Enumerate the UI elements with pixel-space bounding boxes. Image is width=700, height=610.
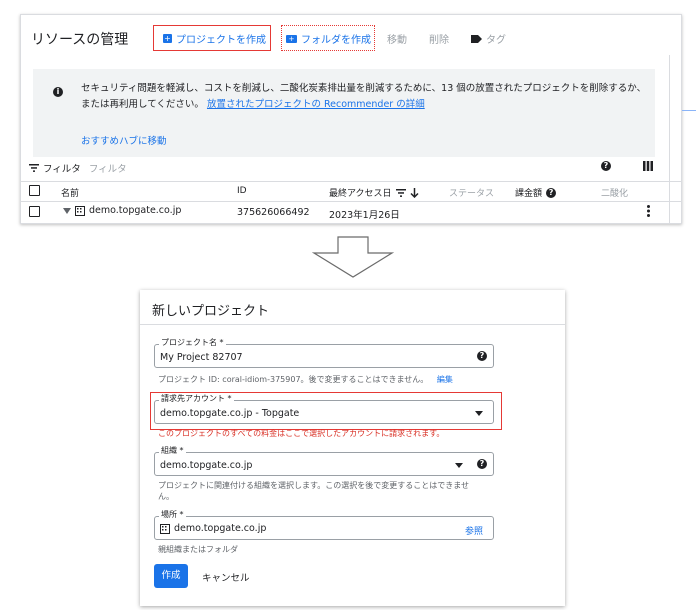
column-header-last-access[interactable]: 最終アクセス日 <box>329 186 419 199</box>
recommendation-banner: i セキュリティ問題を軽減し、コストを削減し、二酸化炭素排出量を削減するために、… <box>33 69 655 157</box>
folder-add-icon: + <box>286 34 297 43</box>
column-header-billing[interactable]: 課金額 ? <box>515 186 557 199</box>
create-button[interactable]: 作成 <box>154 564 188 588</box>
recommendation-hub-link[interactable]: おすすめハブに移動 <box>81 133 167 147</box>
tag-button[interactable]: タグ <box>471 31 506 46</box>
organization-hint: プロジェクトに関連付ける組織を選択します。この選択を後で変更することはできませ … <box>158 481 469 501</box>
tag-icon <box>471 34 482 43</box>
delete-button[interactable]: 削除 <box>429 31 449 46</box>
scrollbar-track[interactable] <box>669 55 670 223</box>
table-row-name[interactable]: demo.topgate.co.jp <box>63 205 181 216</box>
help-icon[interactable]: ? <box>601 161 611 171</box>
billing-account-value: demo.topgate.co.jp - Topgate <box>160 408 300 419</box>
organization-select[interactable]: 組織 * demo.topgate.co.jp ? <box>154 446 494 476</box>
billing-help-icon[interactable]: ? <box>546 187 557 198</box>
filter-icon <box>29 164 39 172</box>
resource-manager-panel: リソースの管理 + プロジェクトを作成 + フォルダを作成 移動 削除 タグ i… <box>20 14 682 224</box>
filter-input[interactable]: フィルタ <box>89 161 127 175</box>
project-name-label: プロジェクト名 * <box>159 338 226 348</box>
side-connector-line <box>682 110 696 111</box>
more-vert-icon[interactable] <box>647 205 650 217</box>
column-header-status[interactable]: ステータス <box>449 186 494 199</box>
banner-message-line2: または再利用してください。 放置されたプロジェクトの Recommender の… <box>81 99 425 110</box>
browse-link[interactable]: 参照 <box>465 524 483 537</box>
select-all-checkbox[interactable] <box>29 185 40 196</box>
location-field[interactable]: 場所 * demo.topgate.co.jp 参照 <box>154 510 494 540</box>
dialog-title: 新しいプロジェクト <box>152 304 270 319</box>
dropdown-arrow-icon[interactable] <box>455 463 463 468</box>
column-header-co2[interactable]: 二酸化 <box>601 186 628 199</box>
filter-bar[interactable]: フィルタ フィルタ <box>29 161 127 175</box>
organization-value: demo.topgate.co.jp <box>160 460 253 471</box>
organization-icon <box>75 205 85 216</box>
cancel-button[interactable]: キャンセル <box>202 570 250 584</box>
banner-message-line1: セキュリティ問題を軽減し、コストを削減し、二酸化炭素排出量を削減するために、13… <box>81 83 647 94</box>
new-project-dialog: 新しいプロジェクト プロジェクト名 * My Project 82707 ? プ… <box>140 290 565 606</box>
row-checkbox[interactable] <box>29 206 40 217</box>
dropdown-arrow-icon[interactable] <box>475 411 483 416</box>
column-display-icon[interactable] <box>643 161 653 171</box>
table-cell-last-access: 2023年1月26日 <box>329 210 400 221</box>
create-project-button[interactable]: + プロジェクトを作成 <box>163 31 266 46</box>
edit-project-id-link[interactable]: 編集 <box>437 375 453 384</box>
sort-icon <box>395 188 406 197</box>
organization-label: 組織 * <box>159 446 186 456</box>
expand-caret-icon[interactable] <box>63 207 71 214</box>
create-folder-button[interactable]: + フォルダを作成 <box>286 31 371 46</box>
filter-label: フィルタ <box>43 164 81 175</box>
billing-account-hint: このプロジェクトのすべての料金はここで選択したアカウントに請求されます。 <box>158 429 445 438</box>
move-button[interactable]: 移動 <box>387 31 407 46</box>
location-value: demo.topgate.co.jp <box>174 523 267 534</box>
project-name-input[interactable]: My Project 82707 <box>160 352 243 363</box>
billing-account-select[interactable]: 請求先アカウント * demo.topgate.co.jp - Topgate <box>154 394 494 424</box>
organization-icon <box>160 523 170 534</box>
project-name-help-icon[interactable]: ? <box>477 351 487 361</box>
location-label: 場所 * <box>159 510 186 520</box>
add-box-icon: + <box>163 34 172 43</box>
recommender-details-link[interactable]: 放置されたプロジェクトの Recommender の詳細 <box>207 99 425 110</box>
project-name-field[interactable]: プロジェクト名 * My Project 82707 ? <box>154 338 494 368</box>
billing-account-label: 請求先アカウント * <box>159 394 234 404</box>
down-arrow-icon <box>312 236 394 278</box>
page-title: リソースの管理 <box>31 32 129 48</box>
column-header-name[interactable]: 名前 <box>61 186 79 199</box>
info-icon: i <box>53 87 63 97</box>
project-id-hint: プロジェクト ID: coral-idiom-375907。後で変更することはで… <box>158 375 453 384</box>
organization-help-icon[interactable]: ? <box>477 459 487 469</box>
table-cell-id: 375626066492 <box>237 207 310 218</box>
location-hint: 親組織またはフォルダ <box>158 545 238 554</box>
column-header-id[interactable]: ID <box>237 186 247 196</box>
arrow-down-icon <box>410 187 419 198</box>
